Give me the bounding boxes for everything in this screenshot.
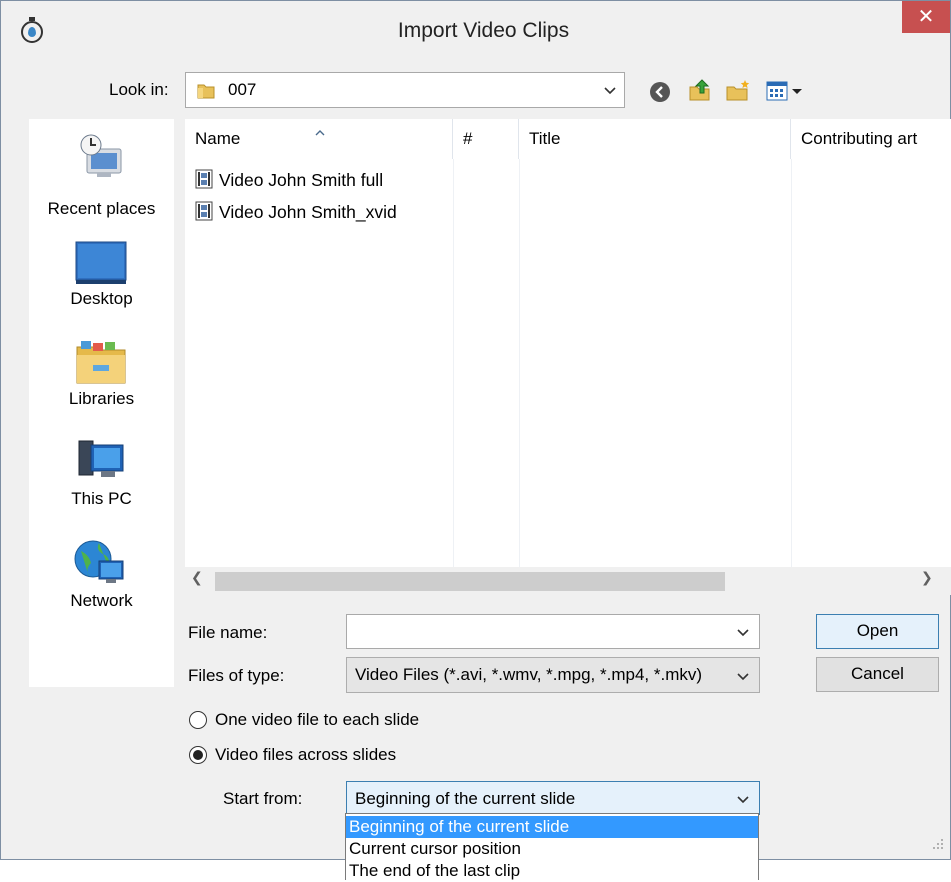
- look-in-combo[interactable]: 007: [185, 72, 625, 108]
- place-recent-places[interactable]: Recent places: [29, 131, 174, 221]
- column-divider: [519, 159, 520, 567]
- file-item[interactable]: Video John Smith_xvid: [195, 198, 397, 226]
- file-name-input[interactable]: [346, 614, 760, 649]
- chevron-down-icon[interactable]: [737, 796, 749, 806]
- sort-ascending-icon: [315, 121, 325, 140]
- file-name: Video John Smith full: [219, 170, 384, 190]
- view-menu-icon[interactable]: [766, 81, 810, 105]
- chevron-down-icon[interactable]: [737, 673, 749, 683]
- start-from-dropdown-list[interactable]: Beginning of the current slide Current c…: [345, 813, 759, 880]
- place-network[interactable]: Network: [29, 539, 174, 629]
- places-bar: Recent places Desktop Libraries This PC …: [29, 119, 174, 687]
- column-header-title[interactable]: Title: [519, 119, 791, 159]
- file-item[interactable]: Video John Smith full: [195, 166, 383, 194]
- files-of-type-value: Video Files (*.avi, *.wmv, *.mpg, *.mp4,…: [355, 665, 703, 684]
- recent-places-icon: [77, 131, 127, 187]
- resize-grip-icon[interactable]: [931, 836, 945, 850]
- chevron-down-icon[interactable]: [737, 629, 749, 639]
- up-folder-icon[interactable]: [687, 77, 713, 107]
- folder-icon: [196, 81, 216, 99]
- column-divider: [791, 159, 792, 567]
- scrollbar-thumb[interactable]: [215, 572, 725, 591]
- chevron-down-icon[interactable]: [604, 87, 616, 97]
- place-desktop[interactable]: Desktop: [29, 239, 174, 329]
- file-name: Video John Smith_xvid: [219, 202, 397, 222]
- scroll-left-icon[interactable]: ❮: [191, 570, 203, 586]
- window-title: Import Video Clips: [397, 19, 570, 42]
- start-from-label: Start from:: [223, 789, 303, 808]
- desktop-icon: [75, 241, 127, 289]
- files-of-type-label: Files of type:: [188, 666, 285, 685]
- radio-across-slides[interactable]: [189, 746, 207, 764]
- radio-one-per-slide[interactable]: [189, 711, 207, 729]
- column-divider: [453, 159, 454, 567]
- close-button[interactable]: ✕: [902, 1, 950, 33]
- radio-across-slides-label[interactable]: Video files across slides: [215, 745, 396, 765]
- video-file-icon: [195, 169, 213, 189]
- start-from-option[interactable]: Current cursor position: [346, 838, 758, 860]
- place-this-pc[interactable]: This PC: [29, 439, 174, 529]
- start-from-select[interactable]: Beginning of the current slide: [346, 781, 760, 815]
- look-in-value: 007: [228, 80, 257, 99]
- back-icon[interactable]: [649, 81, 671, 107]
- libraries-icon: [75, 339, 127, 389]
- cancel-button[interactable]: Cancel: [816, 657, 939, 692]
- place-label: Recent places: [47, 199, 156, 218]
- radio-one-per-slide-label[interactable]: One video file to each slide: [215, 710, 419, 730]
- video-file-icon: [195, 201, 213, 221]
- start-from-option[interactable]: Beginning of the current slide: [346, 816, 758, 838]
- title-bar: Import Video Clips ✕: [1, 1, 950, 63]
- start-from-option[interactable]: The end of the last clip: [346, 860, 758, 882]
- column-header-contributing-artists[interactable]: Contributing art: [791, 119, 951, 159]
- place-label: Network: [70, 591, 133, 610]
- files-of-type-select[interactable]: Video Files (*.avi, *.wmv, *.mpg, *.mp4,…: [346, 657, 760, 693]
- import-video-dialog: Import Video Clips ✕ Look in: 007 Recent…: [0, 0, 951, 860]
- place-libraries[interactable]: Libraries: [29, 339, 174, 429]
- scroll-right-icon[interactable]: ❯: [921, 570, 933, 586]
- column-header-number[interactable]: #: [453, 119, 519, 159]
- look-in-label: Look in:: [109, 80, 169, 99]
- this-pc-icon: [75, 439, 127, 489]
- start-from-value: Beginning of the current slide: [355, 789, 576, 808]
- open-button[interactable]: Open: [816, 614, 939, 649]
- file-name-label: File name:: [188, 623, 268, 642]
- file-list[interactable]: Name # Title Contributing art Video John…: [185, 119, 951, 567]
- place-label: Desktop: [70, 289, 133, 308]
- horizontal-scrollbar[interactable]: ❮ ❯: [185, 567, 951, 595]
- place-label: This PC: [71, 489, 132, 508]
- place-label: Libraries: [68, 389, 135, 408]
- new-folder-icon[interactable]: [725, 79, 751, 107]
- network-icon: [73, 539, 127, 591]
